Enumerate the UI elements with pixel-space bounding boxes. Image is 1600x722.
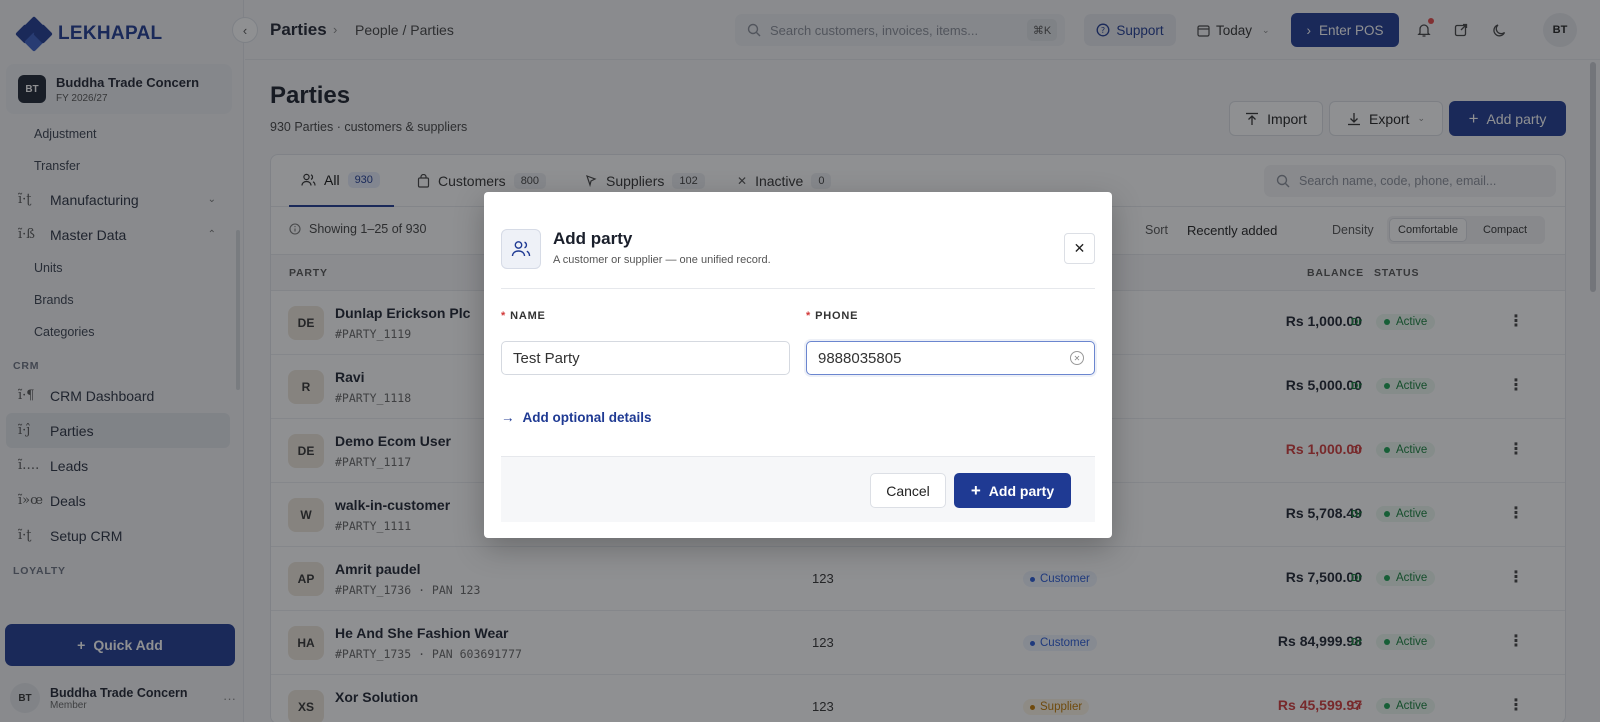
add-optional-details-link[interactable]: → Add optional details (501, 410, 652, 425)
close-icon: ✕ (1073, 240, 1086, 256)
submit-label: Add party (988, 482, 1055, 499)
submit-add-party-button[interactable]: + Add party (954, 473, 1071, 508)
required-marker: * (501, 310, 507, 322)
name-input[interactable] (501, 341, 790, 375)
optional-details-label: Add optional details (522, 410, 652, 425)
dialog-footer: Cancel + Add party (501, 456, 1095, 522)
dialog-title: Add party (553, 229, 633, 248)
add-party-dialog: Add party A customer or supplier — one u… (484, 192, 1112, 538)
arrow-right-icon: → (501, 410, 515, 425)
phone-input[interactable] (806, 341, 1095, 375)
required-marker: * (806, 310, 812, 322)
phone-field-label: * PHONE (806, 310, 858, 322)
phone-label-text: PHONE (815, 310, 859, 322)
dialog-divider (501, 288, 1095, 289)
dialog-subtitle: A customer or supplier — one unified rec… (553, 254, 771, 266)
cancel-button[interactable]: Cancel (870, 473, 946, 508)
plus-icon: + (970, 480, 981, 500)
users-icon (501, 229, 541, 269)
close-dialog-button[interactable]: ✕ (1064, 233, 1095, 264)
clear-input-icon[interactable]: ✕ (1070, 351, 1084, 365)
name-label-text: NAME (510, 310, 546, 322)
name-field-label: * NAME (501, 310, 546, 322)
